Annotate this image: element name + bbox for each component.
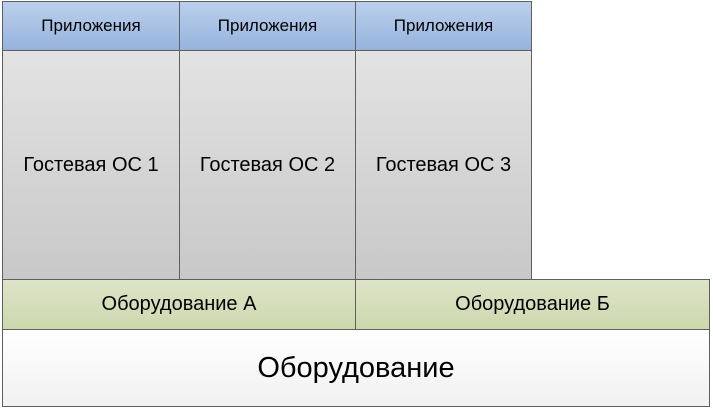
applications-block-3: Приложения — [355, 1, 532, 51]
guest-os-block-2: Гостевая ОС 2 — [179, 50, 356, 280]
hardware-a-block: Оборудование А — [2, 279, 356, 330]
hardware-b-block: Оборудование Б — [355, 279, 710, 330]
applications-block-2: Приложения — [179, 1, 356, 51]
guest-os-block-1: Гостевая ОС 1 — [2, 50, 180, 280]
guest-os-block-3: Гостевая ОС 3 — [355, 50, 532, 280]
base-hardware-block: Оборудование — [2, 329, 710, 407]
applications-block-1: Приложения — [2, 1, 180, 51]
